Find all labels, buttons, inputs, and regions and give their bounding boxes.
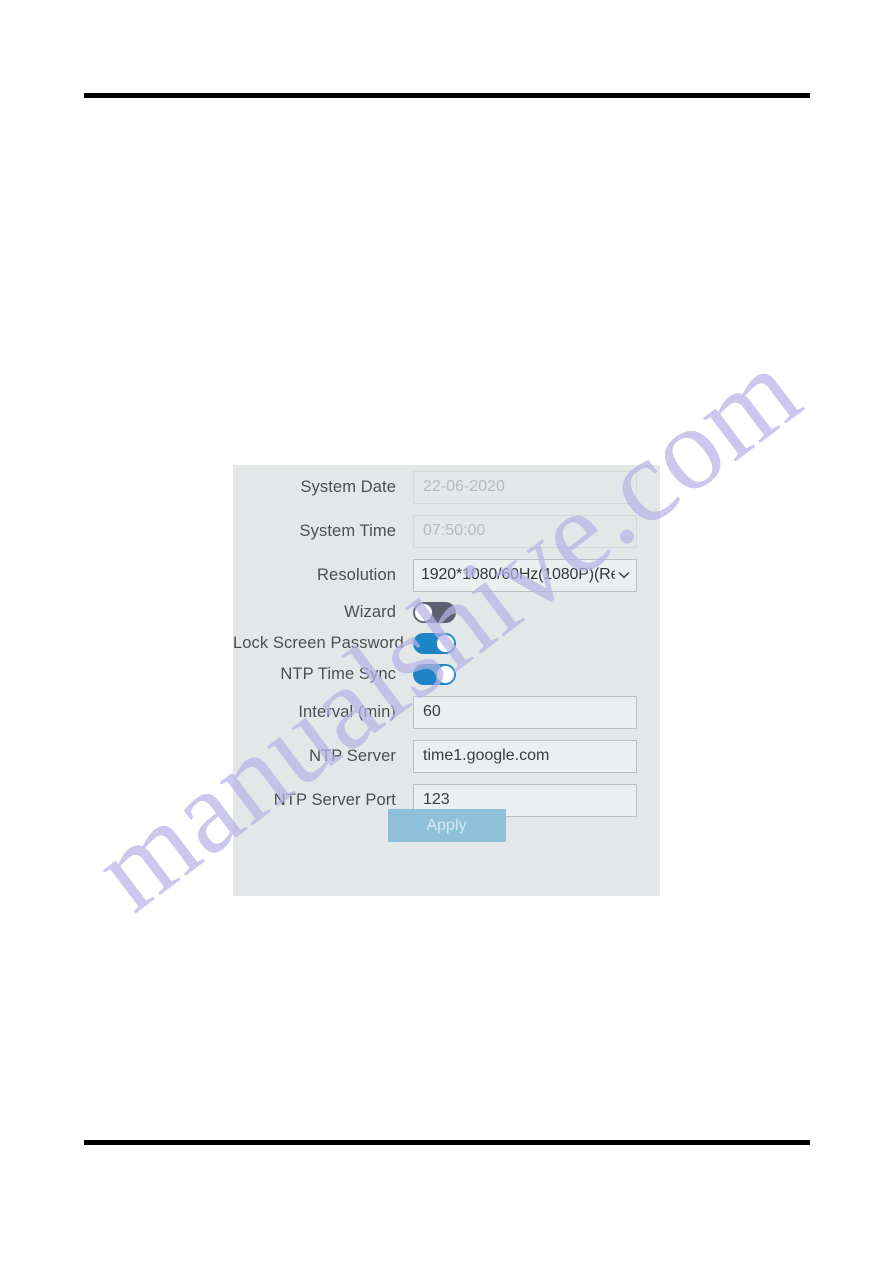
row-resolution: Resolution 1920*1080/60Hz(1080P)(Recomme… <box>233 553 660 597</box>
label-ntp-time-sync: NTP Time Sync <box>280 665 396 683</box>
row-system-time: System Time 07:50:00 <box>233 509 660 553</box>
label-resolution: Resolution <box>317 565 396 584</box>
control-ntp-server: time1.google.com <box>413 739 660 773</box>
ntp-time-sync-toggle[interactable] <box>413 664 456 685</box>
apply-button-row: Apply <box>233 809 660 842</box>
row-ntp-time-sync: NTP Time Sync <box>233 659 660 690</box>
control-system-date: 22-06-2020 <box>413 470 660 504</box>
label-system-time: System Time <box>299 521 396 540</box>
row-wizard: Wizard <box>233 597 660 628</box>
label-system-date: System Date <box>300 477 396 496</box>
control-resolution: 1920*1080/60Hz(1080P)(Recommended) <box>413 558 660 592</box>
row-ntp-server: NTP Server time1.google.com <box>233 734 660 778</box>
label-ntp-server-port: NTP Server Port <box>273 790 396 809</box>
row-system-date: System Date 22-06-2020 <box>233 465 660 509</box>
row-lock-screen-password: Lock Screen Password <box>233 628 660 659</box>
lock-screen-password-toggle-knob <box>436 634 455 653</box>
control-interval: 60 <box>413 695 660 729</box>
lock-screen-password-toggle[interactable] <box>413 633 456 654</box>
ntp-server-input[interactable]: time1.google.com <box>413 739 637 773</box>
control-wizard <box>413 602 660 623</box>
ntp-time-sync-toggle-knob <box>436 665 455 684</box>
apply-button[interactable]: Apply <box>387 809 506 842</box>
label-wizard: Wizard <box>344 603 396 621</box>
label-interval: Interval (min) <box>298 702 396 721</box>
resolution-select-value: 1920*1080/60Hz(1080P)(Recommended) <box>421 566 615 583</box>
wizard-toggle-knob <box>414 603 433 622</box>
chevron-down-icon <box>617 568 631 582</box>
control-ntp-time-sync <box>413 664 660 685</box>
label-ntp-server: NTP Server <box>309 746 396 765</box>
system-time-input[interactable]: 07:50:00 <box>413 514 637 548</box>
row-interval: Interval (min) 60 <box>233 690 660 734</box>
system-date-input[interactable]: 22-06-2020 <box>413 470 637 504</box>
interval-input[interactable]: 60 <box>413 695 637 729</box>
page-footer-rule <box>84 1140 810 1145</box>
control-lock-screen-password <box>413 633 660 654</box>
resolution-select[interactable]: 1920*1080/60Hz(1080P)(Recommended) <box>413 558 637 592</box>
page-header-rule <box>84 93 810 98</box>
wizard-toggle[interactable] <box>413 602 456 623</box>
label-lock-screen-password: Lock Screen Password <box>233 634 404 652</box>
settings-form: System Date 22-06-2020 System Time 07:50… <box>233 465 660 822</box>
control-system-time: 07:50:00 <box>413 514 660 548</box>
time-settings-panel: System Date 22-06-2020 System Time 07:50… <box>233 465 660 896</box>
